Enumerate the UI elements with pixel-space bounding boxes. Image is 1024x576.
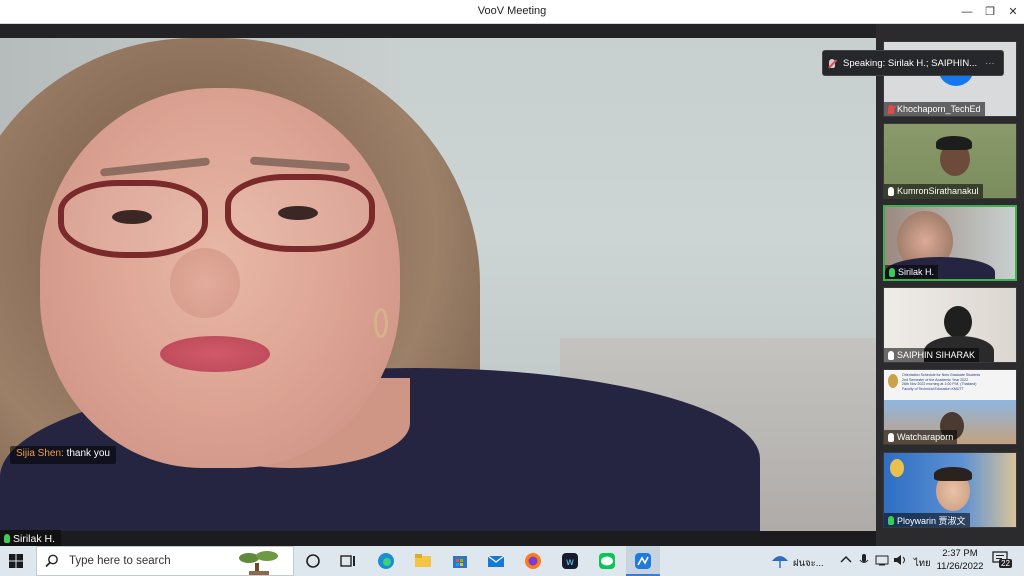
speaking-text: Speaking: Sirilak H.; SAIPHIN... [843,57,978,69]
right-brow [249,156,351,172]
close-button[interactable]: ✕ [1000,0,1024,24]
clock-date: 11/26/2022 [936,561,984,572]
mic-icon [888,350,894,360]
window-title: VooV Meeting [477,5,547,17]
mic-icon [4,534,10,543]
cortana-icon[interactable] [303,551,323,571]
participant-tile[interactable]: Orientation Schedule for New Graduate St… [883,369,1017,445]
participant-label: Khochaporn_TechEd [884,102,985,116]
weather-text[interactable]: ฝนจะ... [793,556,824,571]
chat-sender: Sijia Shen: [16,448,64,459]
participant-name: Ploywarin 贾淑文 [897,515,966,526]
line-app-icon[interactable] [597,551,617,571]
participant-tile[interactable]: Ploywarin 贾淑文 [883,452,1017,528]
left-eye [112,210,152,224]
microsoft-store-icon[interactable] [450,551,470,571]
svg-text:w: w [566,557,574,568]
participant-name: Sirilak H. [898,267,935,277]
mic-muted-icon [829,58,835,68]
participant-tile[interactable]: SAIPHIN SIHARAK [883,287,1017,363]
voov-meeting-icon [635,553,651,569]
participant-label: Sirilak H. [885,265,939,279]
participant-label: KumronSirathanakul [884,184,983,198]
mic-muted-icon [888,104,894,114]
lips [160,336,270,372]
notification-center[interactable]: 22 [992,551,1016,571]
windows-taskbar: Type here to search w ฝนจะ... ไทย 2:37 P… [0,546,1024,576]
main-video[interactable]: Sijia Shen: thank you [0,38,876,531]
chat-text: thank you [66,448,110,459]
file-explorer-icon[interactable] [413,551,433,571]
participant-label: Ploywarin 贾淑文 [884,513,970,527]
speaker-icon[interactable] [892,552,908,568]
participant-gallery: Khochaporn_TechEd KumronSirathanakul Sir… [876,24,1024,546]
speaking-indicator: Speaking: Sirilak H.; SAIPHIN... ··· [822,50,1004,76]
participant-label: SAIPHIN SIHARAK [884,348,980,362]
voov-taskbar-item-active[interactable] [626,546,660,576]
shared-slide-text: Orientation Schedule for New Graduate St… [902,373,1014,391]
input-language[interactable]: ไทย [914,556,931,571]
taskbar-search-box[interactable]: Type here to search [36,546,294,576]
main-speaker-name: Sirilak H. [13,532,56,545]
more-icon[interactable]: ··· [985,58,995,69]
participant-tile[interactable]: KumronSirathanakul [883,123,1017,199]
nose [170,248,240,318]
participant-name: Khochaporn_TechEd [897,104,981,114]
university-logo-icon [888,374,898,388]
weather-rain-icon[interactable] [770,551,790,571]
participant-name: SAIPHIN SIHARAK [897,350,976,360]
notification-count-badge: 22 [999,559,1012,568]
chevron-up-icon[interactable] [838,552,854,568]
right-eye [278,206,318,220]
clock[interactable]: 2:37 PM 11/26/2022 [934,548,986,572]
mic-icon [888,515,894,525]
windows-start-icon[interactable] [9,554,23,568]
participant-head [944,306,972,338]
earring [374,308,388,338]
mic-icon [889,267,895,277]
mail-icon[interactable] [486,551,506,571]
bonsai-tree-icon [239,551,278,575]
participant-name: KumronSirathanakul [897,186,979,196]
university-logo-icon [890,459,904,477]
search-icon [45,554,58,568]
search-placeholder: Type here to search [69,555,171,567]
title-bar: VooV Meeting — ❐ ✕ [0,0,1024,24]
task-view-icon[interactable] [338,551,358,571]
left-brow [99,157,211,177]
slide-line: Faculty of Technical Education KMUTT [902,386,964,391]
participant-name: Watcharaporn [897,432,954,442]
network-icon[interactable] [874,552,890,568]
mic-icon [888,186,894,196]
edge-browser-icon[interactable] [376,551,396,571]
firefox-icon[interactable] [523,551,543,571]
microphone-tray-icon[interactable] [856,552,872,568]
mic-icon [888,432,894,442]
video-person-face [40,88,400,468]
participant-tile-active[interactable]: Sirilak H. [883,205,1017,281]
main-speaker-label: Sirilak H. [0,530,62,546]
participant-hair [934,467,972,481]
chat-overlay-message: Sijia Shen: thank you [10,446,116,464]
clock-time: 2:37 PM [942,548,978,559]
participant-hair [936,136,972,150]
participant-label: Watcharaporn [884,430,958,444]
video-top-strip [0,24,876,38]
webex-icon[interactable]: w [560,551,580,571]
